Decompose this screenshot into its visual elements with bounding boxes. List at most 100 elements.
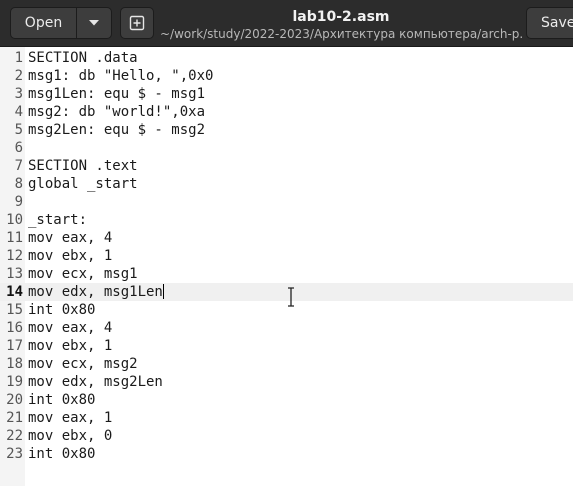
code-text-content: mov edx, msg2Len — [28, 374, 163, 390]
code-line[interactable]: 9 — [0, 193, 573, 211]
code-text[interactable]: mov eax, 1 — [28, 409, 112, 427]
code-text[interactable]: mov ebx, 1 — [28, 247, 112, 265]
line-number: 5 — [14, 122, 23, 138]
code-lines: 1 SECTION .data 2 msg1: db "Hello, ",0x0 3 ms… — [0, 49, 573, 463]
code-line[interactable]: 23 int 0x80 — [0, 445, 573, 463]
line-number: 20 — [6, 392, 23, 408]
code-text[interactable]: int 0x80 — [28, 391, 95, 409]
code-editor[interactable]: 1 SECTION .data 2 msg1: db "Hello, ",0x0 3 ms… — [0, 47, 573, 486]
line-number: 8 — [14, 176, 23, 192]
line-number: 22 — [6, 428, 23, 444]
code-text[interactable]: int 0x80 — [28, 301, 95, 319]
code-line[interactable]: 16 mov eax, 4 — [0, 319, 573, 337]
window-title: lab10-2.asm — [292, 9, 390, 25]
code-text[interactable]: msg2: db "world!",0xa — [28, 103, 205, 121]
code-text-content: int 0x80 — [28, 392, 96, 408]
line-number: 7 — [14, 158, 23, 174]
code-line[interactable]: 22 mov ebx, 0 — [0, 427, 573, 445]
window-subtitle-path: ~/work/study/2022-2023/Архитектура компь… — [160, 27, 522, 41]
code-line[interactable]: 1 SECTION .data — [0, 49, 573, 67]
code-text-content: int 0x80 — [28, 302, 96, 318]
line-number: 14 — [6, 284, 23, 300]
code-text-content: int 0x80 — [28, 446, 96, 462]
code-line[interactable]: 12 mov ebx, 1 — [0, 247, 573, 265]
line-number: 10 — [6, 212, 23, 228]
code-text[interactable]: msg1Len: equ $ - msg1 — [28, 85, 205, 103]
code-line[interactable]: 17 mov ebx, 1 — [0, 337, 573, 355]
code-line[interactable]: 8 global _start — [0, 175, 573, 193]
code-line[interactable]: 18 mov ecx, msg2 — [0, 355, 573, 373]
open-menu-button[interactable] — [76, 7, 112, 39]
code-text-content: msg2Len: equ $ - msg2 — [28, 122, 206, 138]
line-number: 11 — [6, 230, 23, 246]
code-text[interactable]: mov ebx, 1 — [28, 337, 112, 355]
new-document-icon — [121, 8, 153, 38]
code-text-content: mov ebx, 1 — [28, 338, 113, 354]
line-number: 16 — [6, 320, 23, 336]
code-line[interactable]: 6 — [0, 139, 573, 157]
code-text[interactable]: mov eax, 4 — [28, 319, 112, 337]
code-text-content: mov eax, 4 — [28, 320, 113, 336]
line-number: 23 — [6, 446, 23, 462]
header-bar: Open lab10-2.asm ~/work/study/2022-2023/… — [0, 0, 573, 47]
code-text-content: mov ecx, msg2 — [28, 356, 138, 372]
code-text-content: mov edx, msg1Len — [28, 284, 163, 300]
save-button[interactable]: Save — [526, 7, 573, 39]
code-line[interactable]: 10 _start: — [0, 211, 573, 229]
save-button-label: Save — [541, 15, 573, 31]
code-text-content: msg1: db "Hello, ",0x0 — [28, 68, 214, 84]
code-line[interactable]: 2 msg1: db "Hello, ",0x0 — [0, 67, 573, 85]
code-text[interactable]: msg1: db "Hello, ",0x0 — [28, 67, 213, 85]
code-line[interactable]: 4 msg2: db "world!",0xa — [0, 103, 573, 121]
code-text-content: mov eax, 1 — [28, 410, 113, 426]
line-number: 18 — [6, 356, 23, 372]
line-number: 15 — [6, 302, 23, 318]
code-text[interactable]: mov ebx, 0 — [28, 427, 112, 445]
code-text-content: mov ecx, msg1 — [28, 266, 138, 282]
code-text[interactable]: mov edx, msg2Len — [28, 373, 163, 391]
code-text-content: SECTION .data — [28, 50, 138, 66]
open-button[interactable]: Open — [10, 7, 77, 39]
code-line[interactable]: 21 mov eax, 1 — [0, 409, 573, 427]
code-line[interactable]: 7 SECTION .text — [0, 157, 573, 175]
code-text[interactable]: mov eax, 4 — [28, 229, 112, 247]
line-number: 2 — [14, 68, 23, 84]
code-text-content: mov ebx, 0 — [28, 428, 113, 444]
window-title-block: lab10-2.asm ~/work/study/2022-2023/Архит… — [160, 8, 522, 42]
code-text[interactable]: mov ecx, msg1 — [28, 265, 138, 283]
code-text[interactable]: global _start — [28, 175, 138, 193]
line-number: 1 — [14, 50, 23, 66]
code-text[interactable]: mov edx, msg1Len — [28, 283, 164, 301]
code-text-content: mov ebx, 1 — [28, 248, 113, 264]
new-document-button[interactable] — [120, 7, 154, 39]
code-text-content: _start: — [28, 212, 88, 228]
code-line[interactable]: 5 msg2Len: equ $ - msg2 — [0, 121, 573, 139]
code-text[interactable]: _start: — [28, 211, 87, 229]
line-number: 12 — [6, 248, 23, 264]
line-number: 21 — [6, 410, 23, 426]
text-editor-window: Open lab10-2.asm ~/work/study/2022-2023/… — [0, 0, 573, 486]
open-button-label: Open — [24, 15, 63, 31]
code-line[interactable]: 20 int 0x80 — [0, 391, 573, 409]
text-caret — [162, 284, 164, 299]
code-text[interactable]: mov ecx, msg2 — [28, 355, 138, 373]
line-number: 19 — [6, 374, 23, 390]
line-number: 3 — [14, 86, 23, 102]
code-line[interactable]: 13 mov ecx, msg1 — [0, 265, 573, 283]
line-number: 17 — [6, 338, 23, 354]
line-number: 13 — [6, 266, 23, 282]
line-number: 6 — [14, 140, 23, 156]
code-text[interactable]: SECTION .data — [28, 49, 138, 67]
code-line[interactable]: 3 msg1Len: equ $ - msg1 — [0, 85, 573, 103]
code-line[interactable]: 11 mov eax, 4 — [0, 229, 573, 247]
code-text-content: mov eax, 4 — [28, 230, 113, 246]
code-text-content: msg1Len: equ $ - msg1 — [28, 86, 206, 102]
code-text-content: msg2: db "world!",0xa — [28, 104, 206, 120]
code-text[interactable]: msg2Len: equ $ - msg2 — [28, 121, 205, 139]
code-line[interactable]: 19 mov edx, msg2Len — [0, 373, 573, 391]
code-text[interactable]: SECTION .text — [28, 157, 138, 175]
code-text[interactable]: int 0x80 — [28, 445, 95, 463]
chevron-down-icon — [77, 8, 111, 38]
line-number: 9 — [14, 194, 23, 210]
line-number: 4 — [14, 104, 23, 120]
